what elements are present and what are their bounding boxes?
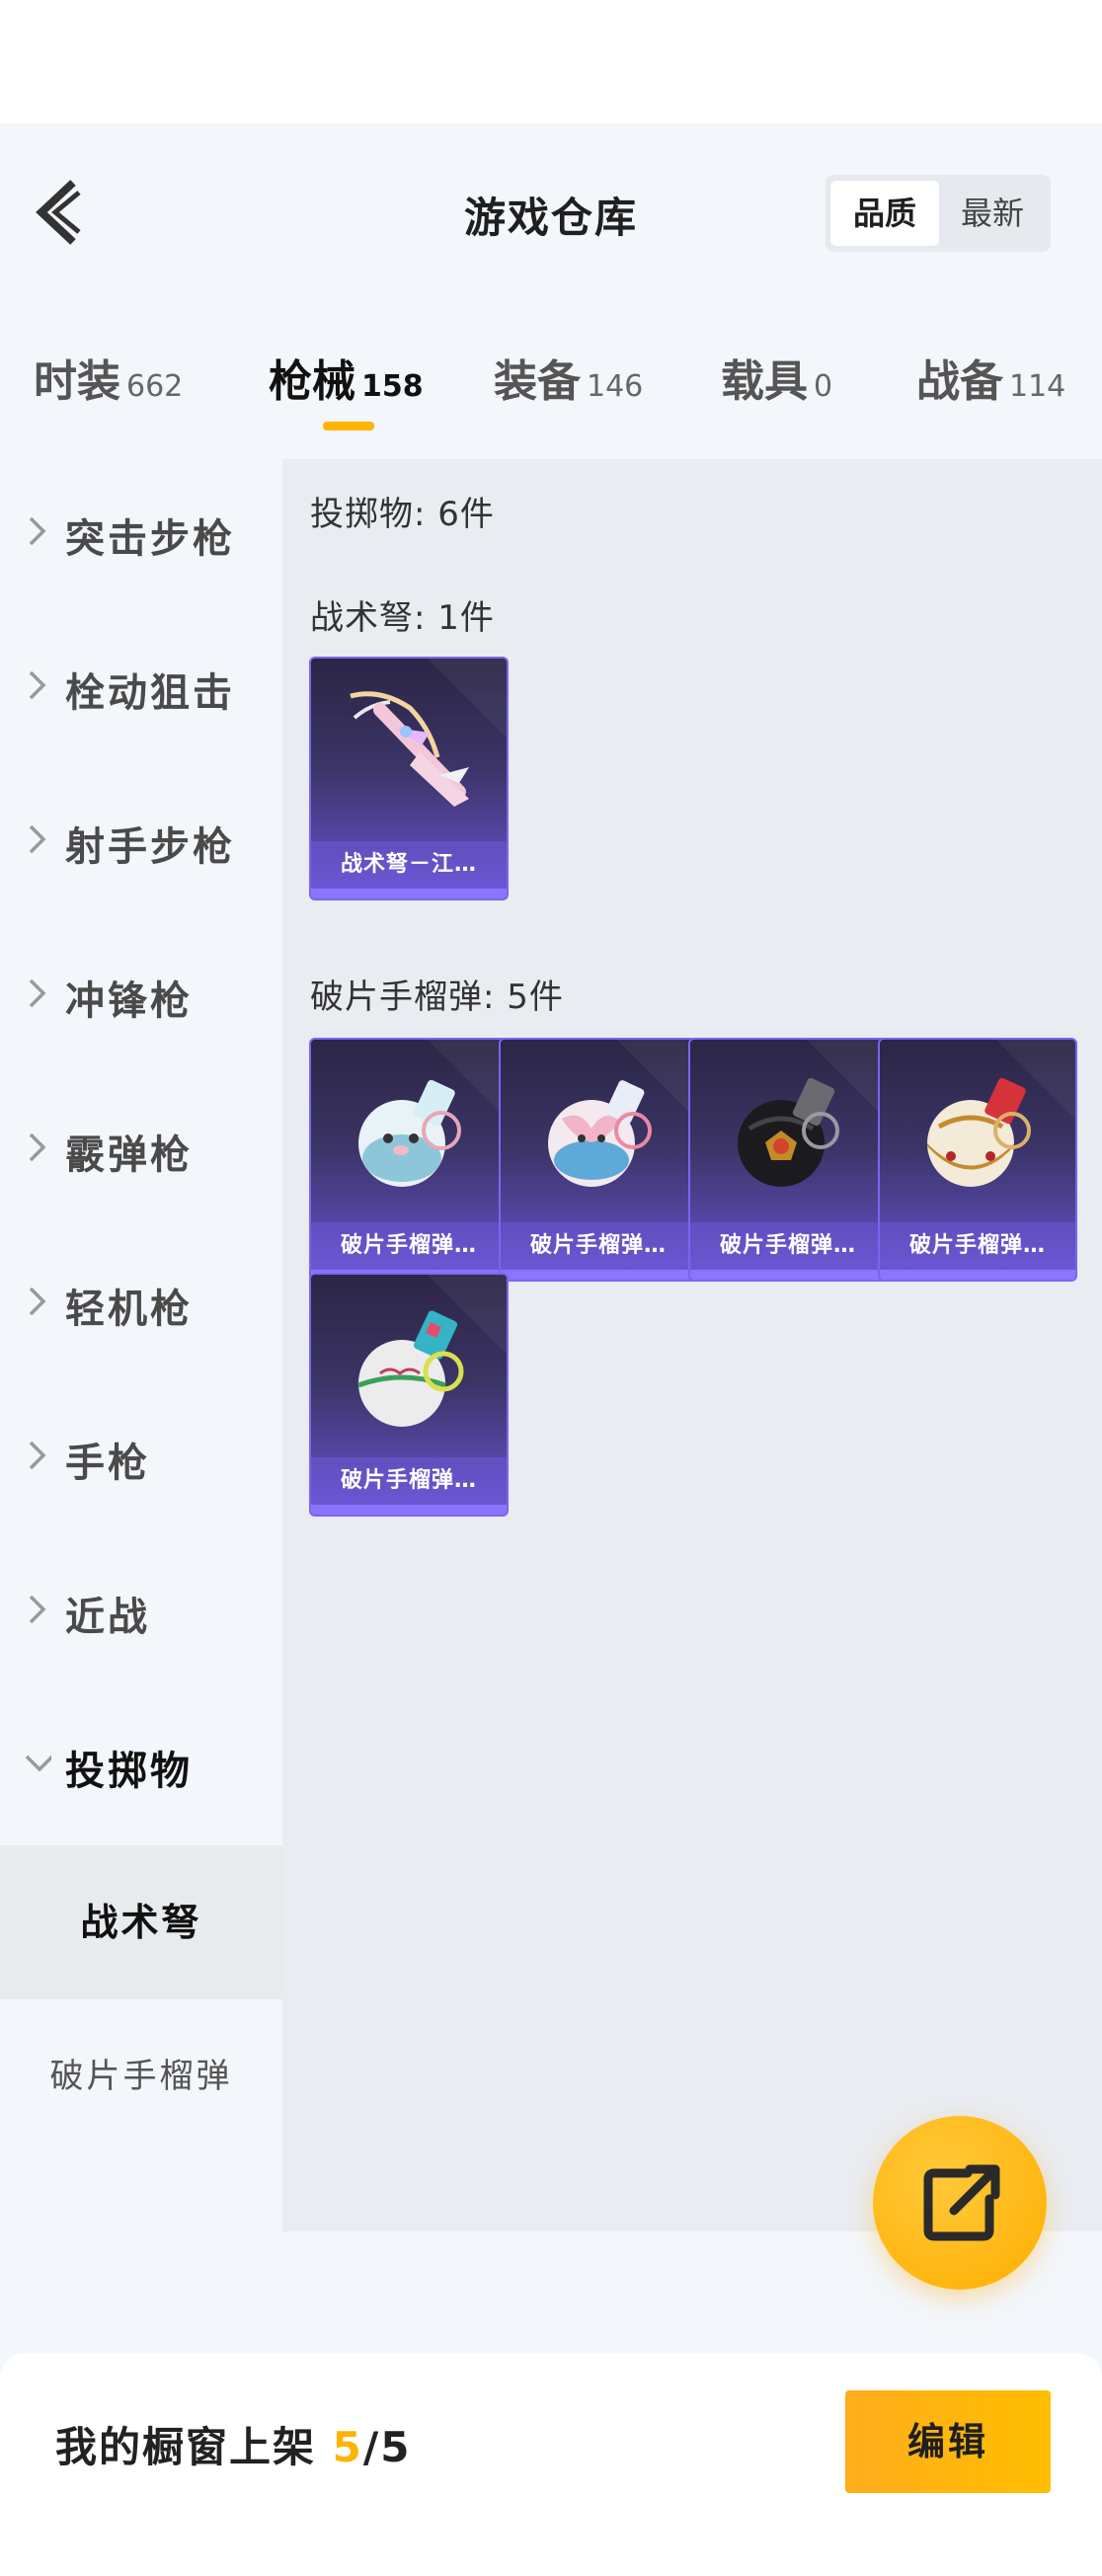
sidebar-item-label: 近战 [65,1595,150,1640]
category-tabs: 时装 662 枪械 158 装备 146 载具 0 战备 114 [0,346,1102,464]
active-tab-indicator [323,422,374,430]
chevron-right-icon [29,670,46,700]
black-gold-grenade-icon [738,1077,839,1187]
sidebar-item-label: 霰弹枪 [65,1132,193,1178]
tab-count: 158 [361,369,424,404]
item-card[interactable]: 破片手榴弹… [688,1038,888,1282]
sidebar-item-assault-rifle[interactable]: 突击步枪 [0,459,282,613]
item-name: 破片手榴弹… [880,1222,1075,1270]
chevron-right-icon [29,824,46,854]
tab-count: 662 [126,369,184,404]
sidebar-item-label: 投掷物 [65,1749,193,1794]
chevron-down-icon [25,1755,51,1772]
tab-label: 枪械 [269,356,355,407]
white-graffiti-grenade-icon [357,1310,464,1427]
edit-button[interactable]: 编辑 [845,2390,1051,2493]
chevron-right-icon [29,1595,46,1624]
sidebar-item-bolt-sniper[interactable]: 栓动狙击 [0,613,282,767]
pink-fox-grenade-icon [548,1080,652,1187]
tab-combat-supplies[interactable]: 战备 114 [916,346,1065,444]
sidebar-subitem-label: 战术弩 [80,1901,202,1944]
item-name: 破片手榴弹… [311,1457,507,1505]
sidebar-subitem-label: 破片手榴弹 [49,2057,233,2096]
share-external-icon [923,2164,1000,2241]
item-card[interactable]: 破片手榴弹… [878,1038,1077,1282]
showcase-status: 我的橱窗上架 5/5 [55,2414,411,2474]
showcase-total-count: /5 [362,2423,412,2471]
tab-count: 114 [1009,369,1066,404]
header: 游戏仓库 品质 最新 [0,123,1102,296]
tab-equipment[interactable]: 装备 146 [494,346,643,444]
weapon-category-sidebar: 突击步枪 栓动狙击 射手步枪 冲锋枪 霰弹枪 轻机枪 手枪 近战 投掷物 战术弩… [0,459,282,2231]
sidebar-subitem-tactical-crossbow[interactable]: 战术弩 [0,1845,282,1999]
sidebar-item-label: 栓动狙击 [65,670,235,716]
chevron-right-icon [29,1441,46,1470]
sidebar-item-shotgun[interactable]: 霰弹枪 [0,1075,282,1229]
sort-newest-button[interactable]: 最新 [938,181,1047,246]
item-name: 破片手榴弹… [690,1222,886,1270]
sidebar-item-marksman-rifle[interactable]: 射手步枪 [0,767,282,921]
sidebar-item-pistol[interactable]: 手枪 [0,1383,282,1537]
warehouse-page: 游戏仓库 品质 最新 时装 662 枪械 158 装备 146 载具 0 战备 114 突… [0,123,1102,2576]
sidebar-item-label: 轻机枪 [65,1287,193,1332]
item-card[interactable]: 破片手榴弹… [309,1038,509,1282]
blue-seal-grenade-icon [358,1079,461,1187]
tab-label: 载具 [721,356,808,407]
tab-label: 战备 [916,356,1003,407]
sidebar-item-label: 射手步枪 [65,824,235,870]
item-card[interactable]: 战术弩－江… [309,657,509,900]
chevron-right-icon [29,1132,46,1162]
chevron-right-icon [29,978,46,1008]
sort-quality-button[interactable]: 品质 [830,181,939,246]
tab-vehicles[interactable]: 载具 0 [721,346,832,444]
tab-costume[interactable]: 时装 662 [34,346,183,444]
chevron-right-icon [29,1287,46,1316]
item-card[interactable]: 破片手榴弹… [309,1273,509,1517]
item-name: 破片手榴弹… [311,1222,507,1270]
section-title-frag-grenade: 破片手榴弹: 5件 [310,977,564,1017]
item-name: 破片手榴弹… [501,1222,696,1270]
showcase-label: 我的橱窗上架 [55,2423,317,2471]
showcase-footer: 我的橱窗上架 5/5 编辑 [0,2353,1102,2576]
chevron-right-icon [29,516,46,546]
sort-toggle: 品质 最新 [826,175,1051,252]
item-card[interactable]: 破片手榴弹… [499,1038,698,1282]
section-title-crossbow: 战术弩: 1件 [310,598,495,638]
sidebar-subitem-frag-grenade[interactable]: 破片手榴弹 [0,1999,282,2153]
pink-crossbow-icon [350,691,469,807]
tab-count: 146 [587,369,644,404]
tab-label: 时装 [34,356,120,407]
tab-label: 装备 [494,356,581,407]
throwables-summary: 投掷物: 6件 [310,495,495,534]
share-button[interactable] [873,2116,1047,2290]
status-bar [0,0,1102,123]
item-grid-panel: 投掷物: 6件 战术弩: 1件 战术弩－江… 破片手榴弹: 5件 破片手榴弹… … [282,459,1102,2231]
sidebar-item-label: 冲锋枪 [65,978,193,1024]
sidebar-item-throwables[interactable]: 投掷物 [0,1691,282,1845]
gold-white-grenade-icon [927,1077,1031,1187]
sidebar-item-label: 突击步枪 [65,516,235,562]
item-name: 战术弩－江… [311,841,507,889]
sidebar-item-lmg[interactable]: 轻机枪 [0,1229,282,1383]
tab-count: 0 [814,369,833,404]
sidebar-item-smg[interactable]: 冲锋枪 [0,921,282,1075]
showcase-current-count: 5 [332,2423,363,2471]
sidebar-item-melee[interactable]: 近战 [0,1537,282,1691]
sidebar-item-label: 手枪 [65,1441,150,1486]
